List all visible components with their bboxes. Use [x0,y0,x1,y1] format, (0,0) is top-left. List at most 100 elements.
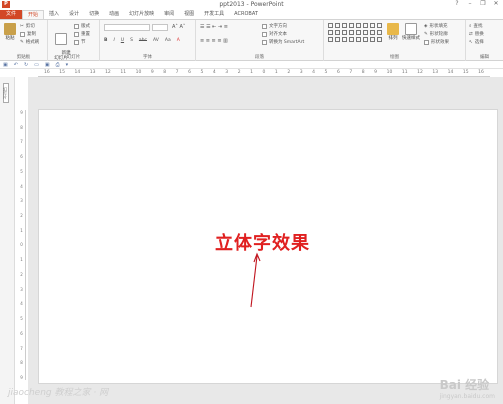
help-button[interactable]: ? [452,0,462,10]
shape-icon[interactable] [349,30,354,35]
ruler-mark: 3 [20,286,23,292]
shape-icon[interactable] [363,30,368,35]
shape-icon[interactable] [370,30,375,35]
section-button[interactable]: 节 [74,39,86,45]
ruler-mark: 11 [120,70,127,75]
tab-home[interactable]: 开始 [22,10,45,19]
tab-animations[interactable]: 动画 [104,10,124,19]
select-button[interactable]: ↖ 选择 [469,39,484,46]
shape-icon[interactable] [335,30,340,35]
shape-icon[interactable] [370,23,375,28]
tab-view[interactable]: 视图 [179,10,199,19]
list-buttons-icon[interactable]: ☰ ☰ ⇤ ⇥ ≡ [200,24,228,30]
undo-icon[interactable]: ↶ [14,62,18,68]
shape-outline-button[interactable]: ✎ 形状轮廓 [424,31,448,38]
shadow-button[interactable]: S [130,38,133,43]
copy-button[interactable]: 复制 [20,31,36,37]
underline-button[interactable]: U [121,38,124,43]
tab-design[interactable]: 设计 [64,10,84,19]
ruler-mark: 15 [462,70,469,75]
clipboard-icon [4,23,16,35]
save-icon[interactable]: ▣ [3,62,8,68]
outline-tab[interactable]: 幻灯片 [3,83,9,103]
tab-transitions[interactable]: 切换 [84,10,104,19]
smartart-button[interactable]: 转换为 SmartArt [262,39,304,45]
shape-icon[interactable] [328,23,333,28]
shape-icon[interactable] [356,30,361,35]
reset-button[interactable]: 重置 [74,31,90,37]
char-spacing-button[interactable]: AV [153,38,159,43]
align-text-button[interactable]: 对齐文本 [262,31,287,37]
text-direction-icon [262,23,267,29]
clipboard-group: 粘贴 ✂ 剪切 复制 ✎ 格式刷 剪贴板 [0,20,48,61]
scissors-icon: ✂ [20,23,24,29]
ruler-mark: 6 [188,70,191,75]
grow-font-icon[interactable]: A˄ A˅ [172,24,185,30]
find-button[interactable]: ⌕ 查找 [469,23,483,29]
bold-button[interactable]: B [104,38,107,43]
font-color-button[interactable]: A [177,38,180,43]
shape-icon[interactable] [356,23,361,28]
close-button[interactable]: ✕ [491,0,501,10]
italic-button[interactable]: I [113,38,114,43]
minimize-button[interactable]: – [465,0,475,10]
shape-icon[interactable] [349,23,354,28]
effects-icon [424,39,429,45]
replace-button[interactable]: ⇄ 替换 [469,31,484,38]
shape-icon[interactable] [363,23,368,28]
redo-icon[interactable]: ↻ [24,62,28,68]
ruler-mark: 0 [20,242,23,248]
drawing-group-label: 绘图 [390,55,399,60]
tab-file[interactable]: 文件 [0,10,23,19]
ruler-mark: 3 [299,70,303,75]
shape-icon[interactable] [377,37,382,42]
copy-icon [20,31,25,37]
tab-slideshow[interactable]: 幻灯片放映 [124,10,159,19]
shape-icon[interactable] [342,37,347,42]
font-name-field[interactable] [104,24,150,31]
shape-icon[interactable] [349,37,354,42]
customize-icon[interactable]: ▾ [66,62,69,68]
shape-icon[interactable] [335,23,340,28]
tab-acrobat[interactable]: ACROBAT [229,10,263,19]
strikethrough-button[interactable]: abc [139,38,147,43]
shape-icon[interactable] [328,37,333,42]
arrange-button[interactable]: 排列 [386,23,400,41]
new-icon[interactable]: ▭ [34,62,39,68]
ruler-mark: 4 [20,183,23,189]
tab-review[interactable]: 审阅 [159,10,179,19]
slide-title-text[interactable]: 立体字效果 [215,229,310,255]
ruler-mark: 2 [20,271,23,277]
paste-button[interactable]: 粘贴 [3,23,17,41]
shape-fill-button[interactable]: ◈ 形状填充 [424,23,447,30]
ruler-mark: 16 [478,70,484,75]
quick-styles-button[interactable]: 快速样式 [402,23,420,41]
shape-icon[interactable] [328,30,333,35]
shape-icon[interactable] [342,30,347,35]
shape-icon[interactable] [342,23,347,28]
tab-developer[interactable]: 开发工具 [199,10,229,19]
drawing-group: 排列 快速样式 ◈ 形状填充 ✎ 形状轮廓 形状效果 绘图 [324,20,466,61]
ruler-mark: 7 [20,139,23,145]
ruler-mark: 4 [312,70,316,75]
change-case-button[interactable]: Aa [165,38,171,43]
tab-insert[interactable]: 插入 [44,10,64,19]
shape-icon[interactable] [377,23,382,28]
align-buttons-icon[interactable]: ≡ ≡ ≡ ≡ ▥ [200,38,228,44]
restore-button[interactable]: ❐ [478,0,488,10]
format-painter-button[interactable]: ✎ 格式刷 [20,39,39,46]
text-direction-button[interactable]: 文字方向 [262,23,287,29]
save-as-icon[interactable]: ▣ [45,62,50,68]
shape-icon[interactable] [335,37,340,42]
ruler-mark: 7 [175,70,179,75]
print-icon[interactable]: ⎙ [56,62,60,68]
shape-icon[interactable] [356,37,361,42]
layout-button[interactable]: 版式 [74,23,90,29]
shape-icon[interactable] [377,30,382,35]
cut-button[interactable]: ✂ 剪切 [20,23,35,30]
shapes-gallery[interactable] [328,23,382,42]
shape-icon[interactable] [363,37,368,42]
shape-icon[interactable] [370,37,375,42]
font-size-field[interactable] [152,24,168,31]
shape-effects-button[interactable]: 形状效果 [424,39,449,45]
